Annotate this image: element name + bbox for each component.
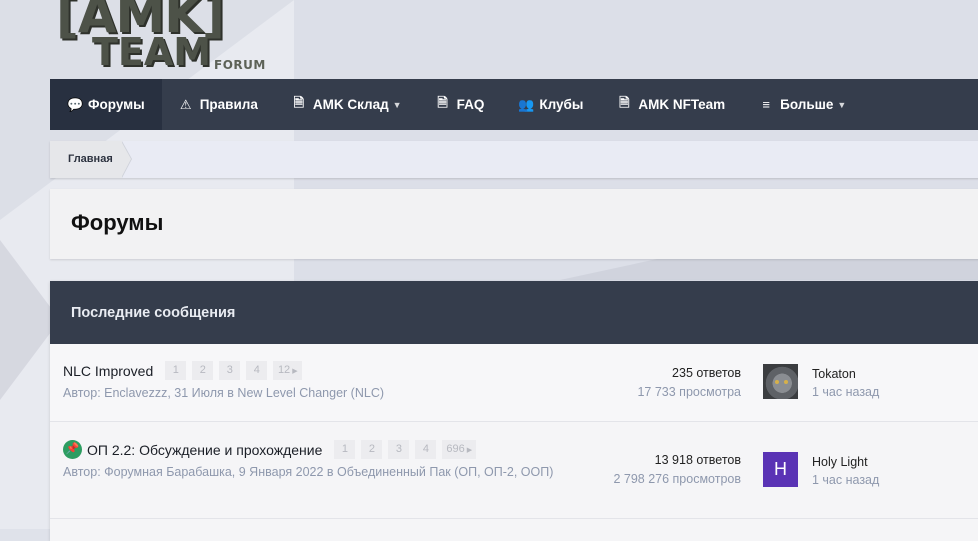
topic-meta: Автор: Форумная Барабашка, 9 Января 2022… (63, 465, 554, 479)
menu-icon: ≡ (762, 97, 770, 112)
topic-pagination: 1 2 3 4 696 ▶ (334, 440, 482, 459)
nav-item-amk-nfteam[interactable]: 🗎 AMK NFTeam (600, 79, 742, 130)
topic-row: NLC Improved 1 2 3 4 12 ▶ Автор: Enclavez… (50, 344, 978, 422)
site-logo[interactable]: [AMK] TEAM FORUM (52, 0, 267, 76)
page-link[interactable]: 4 (246, 361, 268, 380)
page-header: Форумы (50, 189, 978, 259)
caret-down-icon: ▼ (837, 99, 847, 110)
breadcrumb-separator (121, 141, 131, 178)
topic-meta: Автор: Enclavezzz, 31 Июля в New Level C… (63, 386, 385, 400)
nav-item-amk-sklad[interactable]: 🗎 AMK Склад ▼ (275, 79, 419, 130)
caret-down-icon: ▼ (392, 99, 402, 110)
pin-icon: 📌 (63, 440, 82, 459)
last-post-info: Tokaton 1 час назад (812, 365, 879, 401)
view-count: 2 798 276 просмотров (613, 472, 741, 486)
page-link[interactable]: 1 (165, 361, 187, 380)
avatar[interactable]: H (763, 452, 798, 487)
topic-title[interactable]: NLC Improved (63, 363, 153, 379)
caret-right-icon: ▶ (292, 368, 298, 375)
document-icon: 🗎 (619, 94, 630, 110)
reply-count: 235 ответов (672, 366, 741, 380)
last-post-time[interactable]: 1 час назад (812, 384, 879, 401)
main-nav: 💬 Форумы ⚠ Правила 🗎 AMK Склад ▼ 🗎 FAQ 👥… (50, 79, 978, 130)
breadcrumb-home[interactable]: Главная (50, 141, 122, 178)
latest-posts-block: Последние сообщения NLC Improved 1 2 3 4… (50, 281, 978, 541)
breadcrumb: Главная (50, 141, 978, 178)
reply-count: 13 918 ответов (654, 453, 741, 467)
avatar[interactable] (763, 364, 798, 399)
view-count: 17 733 просмотра (637, 385, 741, 399)
nav-item-rules[interactable]: ⚠ Правила (162, 79, 275, 130)
topic-stats: 13 918 ответов 2 798 276 просмотров (613, 451, 741, 489)
topic-row: 📌 ОП 2.2: Обсуждение и прохождение 1 2 3… (50, 422, 978, 519)
topic-pagination: 1 2 3 4 12 ▶ (165, 361, 308, 380)
caret-right-icon: ▶ (466, 447, 473, 454)
block-title: Последние сообщения (50, 281, 978, 344)
page-title: Форумы (71, 210, 164, 235)
page-link[interactable]: 4 (415, 440, 437, 459)
page-link-last[interactable]: 12 ▶ (273, 361, 303, 380)
page-link[interactable]: 1 (334, 440, 356, 459)
last-post-info: Holy Light 1 час назад (812, 453, 879, 489)
comments-icon: 💬 (67, 96, 84, 112)
nav-item-forums[interactable]: 💬 Форумы (50, 79, 162, 130)
page-link[interactable]: 3 (219, 361, 241, 380)
nav-item-clubs[interactable]: 👥 Клубы (501, 79, 600, 130)
nav-item-more[interactable]: ≡ Больше ▼ (742, 79, 863, 130)
document-icon: 🗎 (293, 94, 305, 110)
page-link[interactable]: 2 (192, 361, 214, 380)
document-icon: 🗎 (437, 94, 448, 110)
nav-item-faq[interactable]: 🗎 FAQ (419, 79, 502, 130)
last-poster-name[interactable]: Holy Light (812, 453, 879, 472)
last-post-time[interactable]: 1 час назад (812, 472, 879, 489)
page-link-last[interactable]: 696 ▶ (442, 440, 477, 459)
page-link[interactable]: 2 (361, 440, 383, 459)
users-icon: 👥 (518, 96, 535, 112)
topic-stats: 235 ответов 17 733 просмотра (637, 364, 741, 402)
topic-title[interactable]: ОП 2.2: Обсуждение и прохождение (87, 442, 322, 458)
last-poster-name[interactable]: Tokaton (812, 365, 879, 384)
page-link[interactable]: 3 (388, 440, 410, 459)
cat-avatar-image (763, 364, 798, 399)
warning-icon: ⚠ (179, 96, 192, 112)
